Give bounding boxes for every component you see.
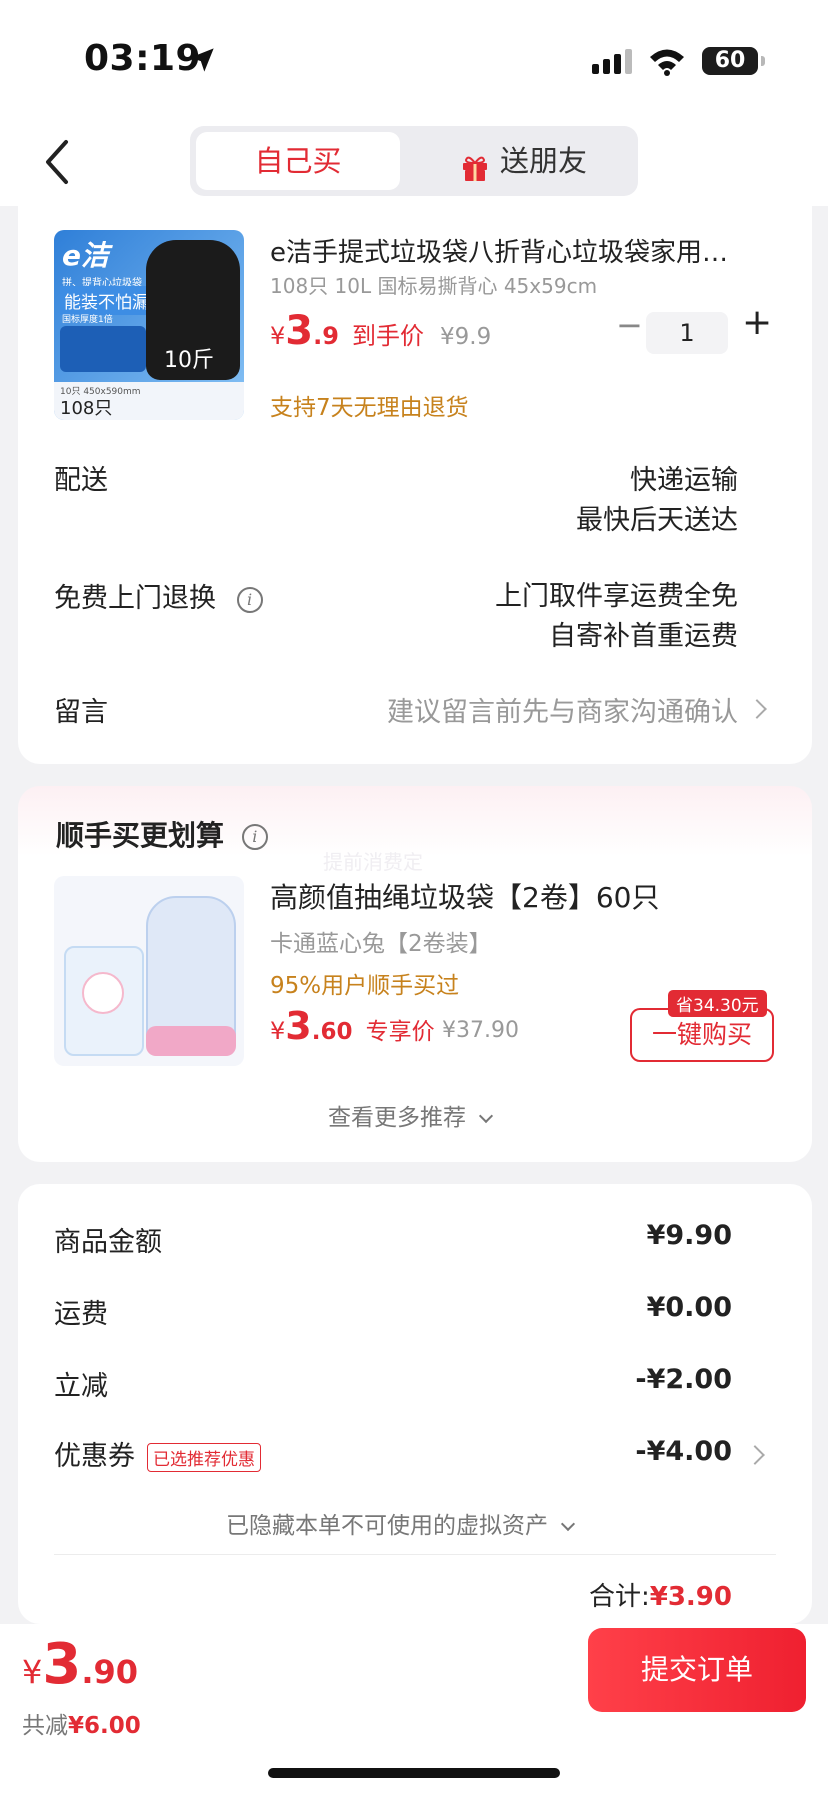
coupon-tag: 已选推荐优惠 (147, 1443, 261, 1472)
product-image-badge: 能装不怕漏 (60, 286, 153, 315)
quantity-decrease-button[interactable]: − (616, 306, 643, 344)
tab-gift-friend[interactable]: 送朋友 (500, 132, 587, 190)
coupon-label: 优惠券 (54, 1441, 135, 1472)
recommend-card: 顺手买更划算 i 提前消费定 高颜值抽绳垃圾袋【2卷】60只 卡通蓝心兔【2卷装… (18, 786, 812, 1162)
save-badge: 省34.30元 (668, 990, 767, 1017)
hidden-assets-toggle[interactable]: 已隐藏本单不可使用的虚拟资产 (226, 1506, 576, 1540)
product-image-brand: e洁 (62, 239, 109, 272)
return-policy: 支持7天无理由退货 (270, 395, 469, 421)
instant-discount-label: 立减 (54, 1371, 108, 1402)
goods-amount-label: 商品金额 (54, 1227, 162, 1258)
bunny-graphic (82, 972, 124, 1014)
total-saved: 共减¥6.00 (22, 1706, 141, 1740)
chevron-down-icon (561, 1516, 576, 1532)
final-price: ¥3.90 (22, 1632, 138, 1697)
price-label: 到手价 (352, 322, 425, 350)
price-summary-card: 商品金额 ¥9.90 运费 ¥0.00 立减 -¥2.00 优惠券 已选推荐优惠 … (18, 1184, 812, 1624)
info-icon[interactable]: i (236, 586, 263, 613)
price-label: 专享价 (365, 1019, 435, 1045)
drawstring-bag-graphic (146, 896, 236, 1046)
chevron-down-icon (479, 1108, 494, 1124)
price-integer: 3 (285, 308, 314, 354)
product-image-count: 108只 (60, 398, 113, 419)
total-saved-value: ¥6.00 (68, 1713, 141, 1739)
battery-indicator: 60 (702, 47, 765, 75)
free-return-label: 免费上门退换 (54, 583, 216, 614)
shipping-value: ¥0.00 (646, 1292, 732, 1323)
recommend-social-proof: 95%用户顺手买过 (270, 973, 460, 999)
status-time: 03:19 (84, 38, 202, 79)
recommend-original-price: ¥37.90 (442, 1018, 519, 1043)
product-spec[interactable]: 108只 10L 国标易撕背心 45x59cm (270, 270, 597, 299)
recommend-image[interactable] (54, 876, 244, 1066)
shipping-label: 运费 (54, 1299, 108, 1330)
bag-base-graphic (146, 1026, 236, 1056)
product-image[interactable]: e洁 拼、提背心垃圾袋 能装不怕漏 国标厚度1倍 10斤 10只 450x590… (54, 230, 244, 420)
home-indicator[interactable] (268, 1768, 560, 1778)
quantity-input[interactable]: 1 (646, 312, 728, 354)
recommend-title: 顺手买更划算 (56, 819, 225, 852)
price-integer: 3 (285, 1004, 312, 1048)
bottom-checkout-bar: ¥3.90 共减¥6.00 提交订单 (0, 1624, 828, 1796)
submit-order-button[interactable]: 提交订单 (588, 1628, 806, 1712)
free-return-row: 免费上门退换 i (54, 576, 263, 615)
price-integer: 3 (42, 1632, 82, 1697)
price-symbol: ¥ (22, 1653, 43, 1691)
total-saved-label: 共减 (22, 1713, 68, 1739)
more-recommend-link[interactable]: 查看更多推荐 (328, 1098, 494, 1132)
return-line-1: 上门取件享运费全免 (495, 581, 738, 612)
coupon-row[interactable]: 优惠券 已选推荐优惠 (54, 1434, 261, 1473)
more-recommend-label: 查看更多推荐 (328, 1105, 466, 1131)
cellular-signal-icon (592, 49, 632, 74)
purchase-mode-switch: 自己买 送朋友 (190, 126, 638, 196)
message-input[interactable]: 建议留言前先与商家沟通确认 (387, 690, 738, 729)
delivery-eta: 最快后天送达 (576, 505, 738, 536)
recommend-title-row: 顺手买更划算 i (56, 814, 268, 854)
status-bar: 03:19 60 (0, 0, 828, 120)
price-decimal: .90 (81, 1653, 139, 1691)
coupon-value[interactable]: -¥4.00 (635, 1436, 732, 1467)
return-line-2: 自寄补首重运费 (549, 621, 738, 652)
price-decimal: .9 (313, 322, 339, 350)
faint-watermark-text: 提前消费定 (323, 850, 423, 874)
product-price: ¥3.9 到手价 (270, 308, 424, 354)
recommend-item-spec: 卡通蓝心兔【2卷装】 (270, 931, 492, 957)
price-decimal: .60 (311, 1019, 353, 1045)
message-label: 留言 (54, 697, 108, 728)
divider (54, 1554, 776, 1555)
total-label: 合计: (588, 1582, 650, 1612)
header: 自己买 送朋友 (0, 120, 828, 206)
delivery-method: 快递运输 (630, 465, 738, 496)
chevron-right-icon (747, 699, 767, 719)
goods-amount-value: ¥9.90 (646, 1220, 732, 1251)
info-icon[interactable]: i (241, 824, 268, 850)
product-image-small2: 国标厚度1倍 (62, 315, 113, 325)
price-symbol: ¥ (270, 322, 286, 350)
product-title[interactable]: e洁手提式垃圾袋八折背心垃圾袋家用… (270, 232, 728, 269)
chevron-right-icon (745, 1445, 765, 1465)
recommend-price: ¥3.60 专享价 (270, 1004, 435, 1048)
hidden-assets-label: 已隐藏本单不可使用的虚拟资产 (226, 1513, 548, 1539)
quantity-increase-button[interactable]: + (742, 302, 772, 343)
product-card: e洁 拼、提背心垃圾袋 能装不怕漏 国标厚度1倍 10斤 10只 450x590… (18, 206, 812, 764)
product-image-weight: 10斤 (164, 348, 214, 373)
back-button[interactable] (38, 136, 78, 188)
instant-discount-value: -¥2.00 (635, 1364, 732, 1395)
recommend-item-title[interactable]: 高颜值抽绳垃圾袋【2卷】60只 (270, 876, 659, 916)
gift-icon (463, 156, 487, 181)
original-price: ¥9.9 (440, 324, 492, 350)
total-value: ¥3.90 (649, 1582, 732, 1612)
price-symbol: ¥ (270, 1017, 286, 1045)
wifi-icon (650, 49, 684, 76)
location-arrow-icon (190, 48, 214, 72)
total-row: 合计:¥3.90 (589, 1576, 732, 1613)
tab-buy-self[interactable]: 自己买 (196, 132, 400, 190)
product-box-graphic (60, 326, 146, 372)
delivery-label: 配送 (54, 465, 108, 496)
